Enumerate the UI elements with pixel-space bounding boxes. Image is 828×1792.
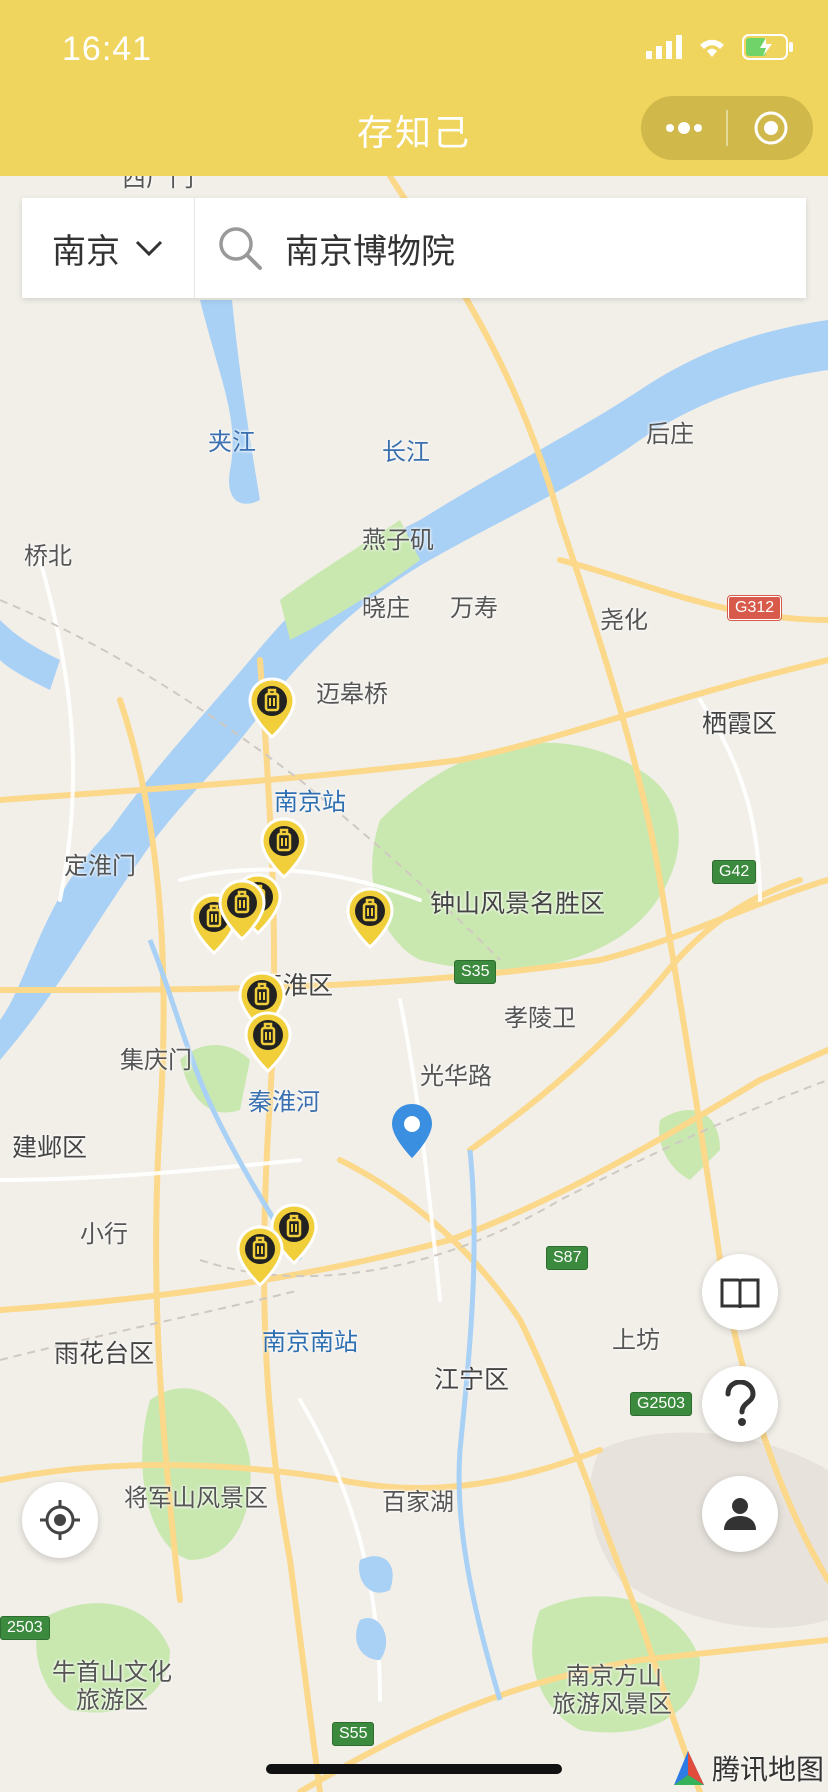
current-location-pin[interactable] [388,1102,436,1160]
map-label: 上坊 [612,1326,660,1354]
status-time: 16:41 [62,30,153,68]
city-label: 南京 [52,231,120,272]
map-label: 定淮门 [64,852,136,880]
map-label: 小行 [80,1220,128,1248]
help-button[interactable] [702,1366,778,1442]
locate-me-button[interactable] [22,1482,98,1558]
profile-button[interactable] [702,1476,778,1552]
luggage-storage-pin[interactable] [247,677,297,739]
guide-button[interactable] [702,1254,778,1330]
map-label: 光华路 [420,1062,492,1090]
status-icons [646,34,794,60]
question-icon [725,1380,756,1426]
battery-icon [742,34,793,60]
chevron-down-icon [135,240,163,257]
map-label: 建邺区 [12,1133,88,1162]
map-label: 桥北 [24,542,72,570]
brand-text: 腾讯地图 [712,1753,825,1786]
luggage-storage-pin[interactable] [345,887,395,949]
map-label: 晓庄 [362,594,410,622]
close-button[interactable] [728,96,813,160]
luggage-storage-pin[interactable] [259,817,309,879]
map-label: 长江 [382,438,430,466]
navigation-bar: 16:41 存知己 [0,0,828,176]
crosshair-icon [40,1500,80,1540]
map-base [0,176,828,1792]
search-bar: 南京 南京博物院 [22,198,806,298]
road-shield: S35 [454,960,497,984]
map-label: 夹江 [208,428,256,456]
map-label: 集庆门 [120,1046,192,1074]
map-label: 南京站 [274,788,346,816]
map-label: 万寿 [450,594,498,622]
target-close-icon [754,111,787,145]
map-label: 迈皋桥 [316,680,388,708]
book-icon [720,1278,760,1309]
road-shield: G42 [712,860,757,884]
mini-program-capsule [641,96,813,160]
luggage-storage-pin[interactable] [217,879,267,941]
signal-icon [646,35,682,59]
luggage-storage-pin[interactable] [243,1011,293,1073]
map-label: 后庄 [646,420,694,448]
user-icon [724,1498,756,1530]
wifi-icon [700,39,724,57]
road-shield: G312 [726,595,783,621]
map-label: 孝陵卫 [504,1004,576,1032]
map-brand: 腾讯地图 [672,1748,824,1788]
map-label: 将军山风景区 [124,1484,268,1512]
map-label: 江宁区 [434,1365,510,1394]
search-input[interactable]: 南京博物院 [195,224,806,273]
search-query: 南京博物院 [285,231,455,272]
luggage-storage-pin[interactable] [235,1225,285,1287]
map-label: 栖霞区 [702,709,778,738]
home-indicator [266,1764,562,1774]
search-icon [219,227,262,270]
map-label: 西厂门 [122,176,194,192]
more-button[interactable] [641,96,726,160]
city-selector[interactable]: 南京 [22,198,195,298]
map-label: 南京南站 [262,1328,358,1356]
map-label: 秦淮河 [248,1088,320,1116]
map-label: 钟山风景名胜区 [430,889,606,918]
road-shield: 2503 [0,1616,50,1640]
map-label: 旅游区 [76,1686,148,1714]
map-label: 旅游风景区 [552,1690,672,1718]
more-dots-icon [665,122,702,134]
map-label: 百家湖 [382,1488,454,1516]
map-label: 雨花台区 [54,1339,155,1368]
road-shield: G2503 [630,1392,693,1416]
road-shield: S55 [332,1722,375,1746]
tencent-map-logo-icon [674,1751,704,1785]
map-label: 尧化 [600,606,648,634]
map-view[interactable]: 西厂门夹江 长江 后庄桥北 燕子矶晓庄 万寿 尧化迈皋桥栖霞区南京站定淮门钟山风景名胜区秦… [0,176,828,1792]
road-shield: S87 [546,1246,589,1270]
map-label: 燕子矶 [362,526,434,554]
